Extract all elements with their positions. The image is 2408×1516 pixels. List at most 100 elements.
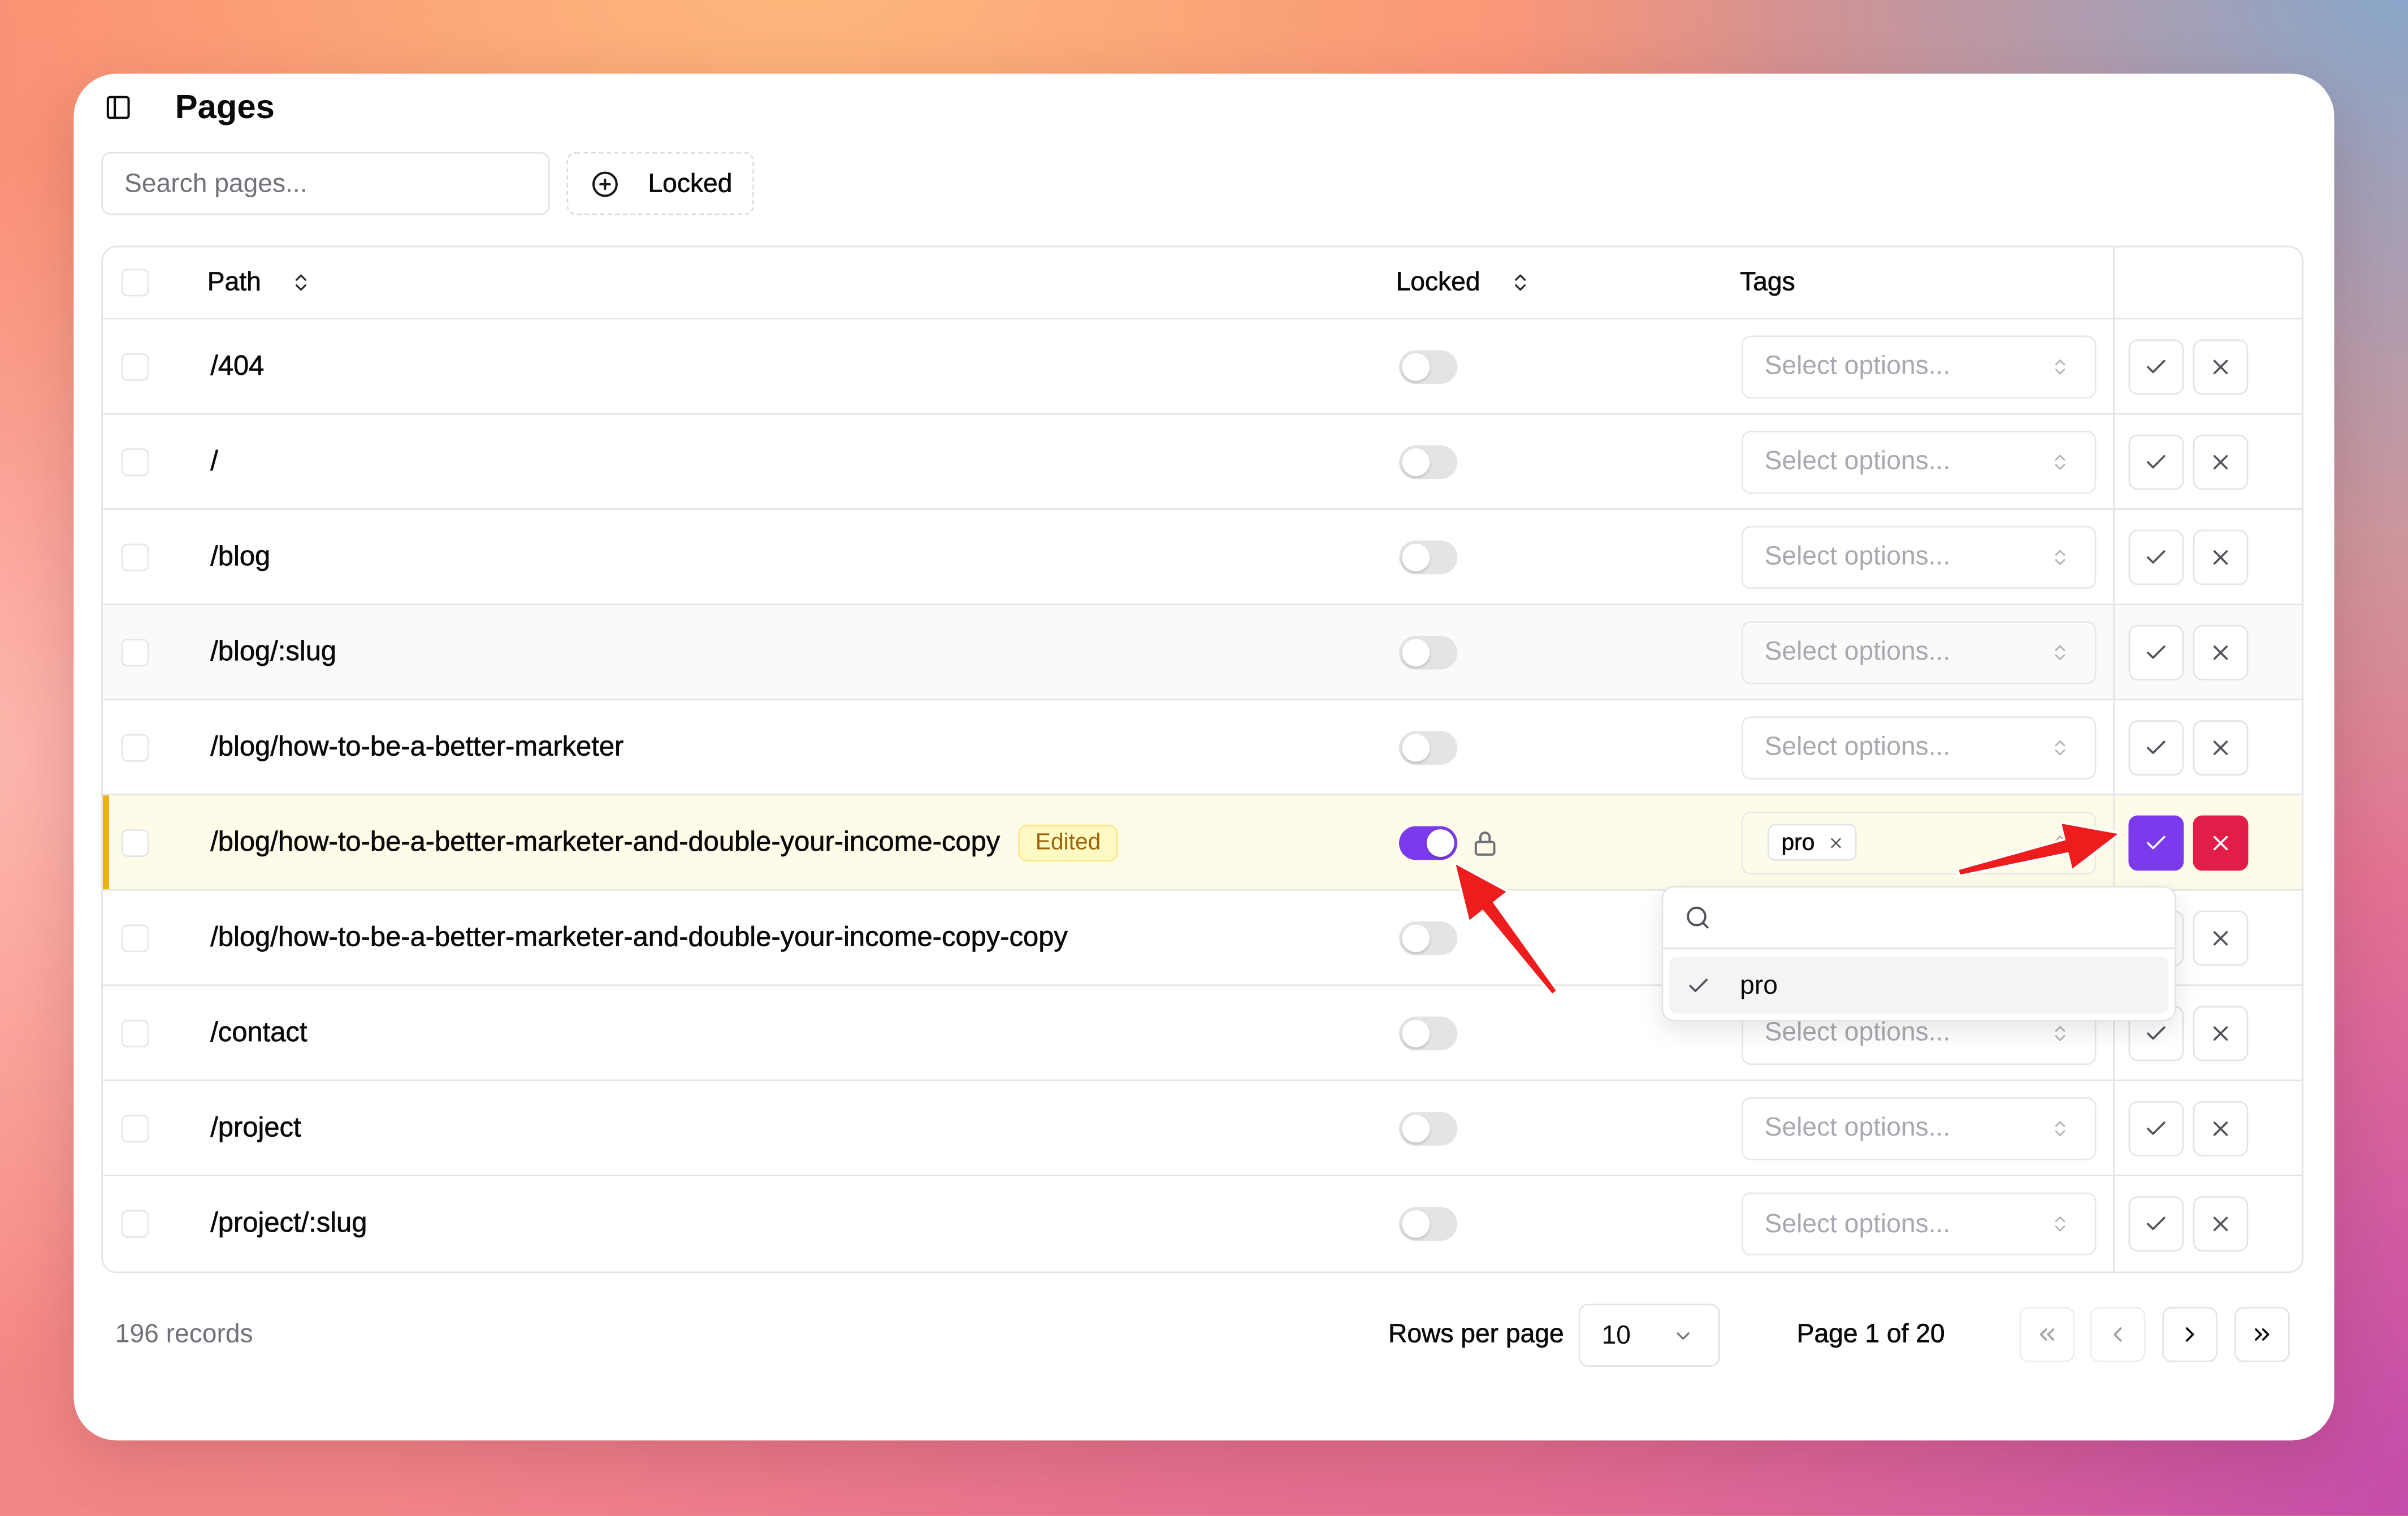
first-page-button[interactable]	[2019, 1306, 2075, 1362]
row-checkbox[interactable]	[121, 447, 149, 475]
tags-placeholder: Select options...	[1764, 1017, 1951, 1047]
remove-tag-icon[interactable]	[1827, 834, 1844, 851]
table-row[interactable]: /blog/how-to-be-a-better-marketer Select…	[103, 700, 2302, 796]
row-path: /blog/how-to-be-a-better-marketer-and-do…	[210, 921, 1068, 952]
row-checkbox[interactable]	[121, 1019, 149, 1047]
locked-toggle[interactable]	[1399, 1207, 1458, 1241]
cancel-row-button[interactable]	[2193, 815, 2249, 870]
locked-toggle[interactable]	[1399, 349, 1458, 383]
chevrons-up-down-icon	[2050, 1118, 2070, 1138]
table-row[interactable]: /project/:slug Select options...	[103, 1176, 2302, 1272]
tags-placeholder: Select options...	[1764, 350, 1951, 380]
row-checkbox[interactable]	[121, 924, 149, 952]
save-row-button[interactable]	[2128, 1100, 2184, 1156]
next-page-button[interactable]	[2162, 1306, 2218, 1362]
save-row-button[interactable]	[2128, 434, 2184, 490]
tags-select[interactable]: pro	[1741, 811, 2097, 874]
tags-select[interactable]: Select options...	[1741, 716, 2097, 779]
table-row[interactable]: / Select options...	[103, 414, 2302, 510]
save-row-button[interactable]	[2128, 719, 2184, 775]
check-icon	[2144, 544, 2168, 569]
check-icon	[2144, 830, 2168, 854]
row-path: /	[210, 445, 218, 477]
tags-placeholder: Select options...	[1764, 541, 1951, 571]
tags-search	[1663, 887, 2175, 949]
cancel-row-button[interactable]	[2193, 1100, 2249, 1156]
cancel-row-button[interactable]	[2193, 719, 2249, 775]
locked-toggle[interactable]	[1399, 1111, 1458, 1145]
row-checkbox[interactable]	[121, 1210, 149, 1238]
table-row[interactable]: /blog/:slug Select options...	[103, 605, 2302, 700]
row-checkbox[interactable]	[121, 828, 149, 856]
tags-dropdown: pro	[1661, 886, 2176, 1021]
chevron-down-icon	[1673, 1326, 1694, 1347]
previous-page-button[interactable]	[2090, 1306, 2146, 1362]
save-row-button[interactable]	[2128, 339, 2184, 394]
locked-filter-button[interactable]: Locked	[566, 151, 754, 215]
record-count: 196 records	[115, 1319, 253, 1349]
chevrons-right-icon	[2250, 1322, 2274, 1346]
page-title: Pages	[175, 87, 275, 126]
locked-toggle[interactable]	[1399, 1016, 1458, 1050]
circle-plus-icon	[591, 171, 619, 198]
row-checkbox[interactable]	[121, 543, 149, 571]
chevrons-up-down-icon	[2050, 1214, 2070, 1234]
table-row[interactable]: /blog Select options...	[103, 509, 2302, 605]
tags-select[interactable]: Select options...	[1741, 1192, 2097, 1255]
locked-toggle[interactable]	[1399, 444, 1458, 479]
pages-table: Path Locked Tags /404 Select options... …	[101, 245, 2304, 1274]
save-row-button[interactable]	[2128, 815, 2184, 870]
cancel-row-button[interactable]	[2193, 339, 2249, 394]
panel-left-icon[interactable]	[105, 94, 132, 122]
save-row-button[interactable]	[2128, 624, 2184, 680]
locked-toggle[interactable]	[1399, 825, 1458, 860]
cancel-row-button[interactable]	[2193, 1196, 2249, 1252]
chevrons-up-down-icon	[2050, 737, 2070, 757]
row-path: /404	[210, 350, 265, 381]
row-checkbox[interactable]	[121, 1114, 149, 1142]
sort-locked-icon[interactable]	[1510, 272, 1531, 293]
tags-select[interactable]: Select options...	[1741, 1096, 2097, 1160]
table-row[interactable]: /project Select options...	[103, 1081, 2302, 1177]
tags-select[interactable]: Select options...	[1741, 335, 2097, 398]
locked-toggle[interactable]	[1399, 635, 1458, 669]
cancel-row-button[interactable]	[2193, 1005, 2249, 1060]
save-row-button[interactable]	[2128, 529, 2184, 584]
cancel-row-button[interactable]	[2193, 434, 2249, 490]
locked-toggle[interactable]	[1399, 539, 1458, 574]
table-row[interactable]: /404 Select options...	[103, 319, 2302, 415]
x-icon	[2208, 1116, 2233, 1140]
tags-select[interactable]: Select options...	[1741, 525, 2097, 588]
row-checkbox[interactable]	[121, 638, 149, 666]
row-checkbox[interactable]	[121, 352, 149, 380]
cancel-row-button[interactable]	[2193, 529, 2249, 584]
rows-per-page-select[interactable]: 10	[1578, 1303, 1720, 1367]
tags-select[interactable]: Select options...	[1741, 620, 2097, 683]
tags-search-input[interactable]	[1724, 896, 2155, 937]
locked-toggle[interactable]	[1399, 920, 1458, 955]
sort-path-icon[interactable]	[290, 272, 311, 293]
row-checkbox[interactable]	[121, 733, 149, 761]
check-icon	[2144, 1020, 2168, 1045]
column-header-path[interactable]: Path	[207, 247, 261, 318]
tags-placeholder: Select options...	[1764, 446, 1951, 475]
tag-option-pro[interactable]: pro	[1669, 956, 2169, 1014]
cancel-row-button[interactable]	[2193, 909, 2249, 965]
row-path: /blog/how-to-be-a-better-marketer-and-do…	[210, 826, 1001, 857]
last-page-button[interactable]	[2234, 1306, 2290, 1362]
search-input[interactable]	[101, 151, 550, 215]
row-path: /blog/how-to-be-a-better-marketer	[210, 731, 624, 762]
column-header-locked[interactable]: Locked	[1396, 247, 1480, 318]
toggle-knob	[1402, 733, 1430, 761]
select-all-checkbox[interactable]	[121, 268, 149, 297]
tags-placeholder: Select options...	[1764, 1209, 1951, 1238]
rows-per-page-label: Rows per page	[1388, 1319, 1564, 1349]
filter-label: Locked	[648, 168, 733, 198]
save-row-button[interactable]	[2128, 1196, 2184, 1252]
cancel-row-button[interactable]	[2193, 624, 2249, 680]
locked-toggle[interactable]	[1399, 730, 1458, 764]
table-body: /404 Select options... / Select options.…	[103, 319, 2302, 1272]
x-icon	[2208, 925, 2233, 950]
table-row[interactable]: /blog/how-to-be-a-better-marketer-and-do…	[103, 795, 2302, 891]
tags-select[interactable]: Select options...	[1741, 430, 2097, 493]
